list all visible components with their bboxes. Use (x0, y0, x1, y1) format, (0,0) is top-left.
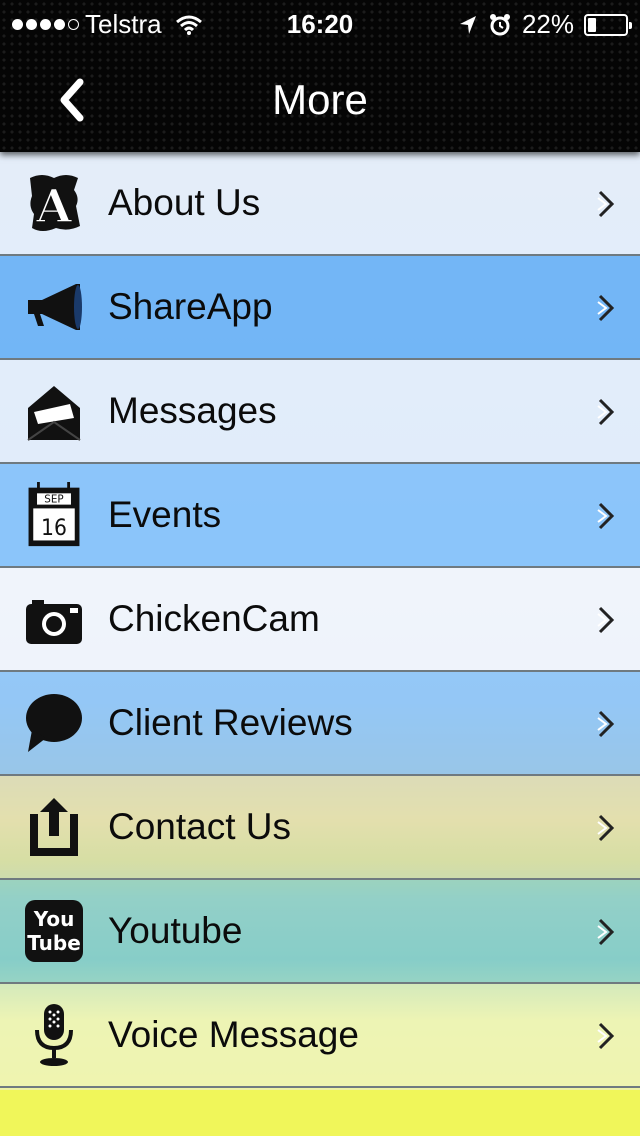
calendar-icon: SEP 16 (28, 482, 80, 547)
menu-list: A About Us ShareApp Messages SEP 16 Even… (0, 152, 640, 1088)
microphone-icon (35, 1004, 73, 1066)
location-arrow-icon (459, 15, 476, 34)
chevron-right-icon (597, 398, 615, 426)
alarm-clock-icon (489, 13, 510, 35)
menu-item-label: ShareApp (108, 286, 273, 327)
menu-item-label: Client Reviews (108, 702, 353, 743)
menu-item-messages[interactable]: Messages (0, 360, 640, 464)
chevron-right-icon (597, 1022, 615, 1050)
chevron-right-icon (597, 814, 615, 842)
calendar-day: 16 (41, 515, 67, 541)
menu-item-events[interactable]: SEP 16 Events (0, 464, 640, 568)
youtube-icon: You Tube (25, 900, 83, 962)
menu-item-voice-message[interactable]: Voice Message (0, 984, 640, 1088)
menu-item-label: Contact Us (108, 806, 292, 847)
footer-bar (0, 1090, 640, 1136)
svg-text:A: A (35, 179, 73, 233)
chevron-right-icon (597, 502, 615, 530)
battery-percent: 22% (521, 9, 574, 39)
menu-item-chickencam[interactable]: ChickenCam (0, 568, 640, 672)
megaphone-icon (28, 284, 82, 330)
envelope-icon (27, 386, 81, 441)
youtube-icon-text-top: You (33, 907, 75, 931)
speech-bubble-icon (26, 694, 82, 752)
chevron-right-icon (597, 190, 615, 218)
menu-item-contact-us[interactable]: Contact Us (0, 776, 640, 880)
status-right: 22% (458, 9, 632, 40)
battery-icon (584, 13, 632, 36)
menu-item-label: Messages (108, 390, 277, 431)
menu-item-label: ChickenCam (108, 598, 320, 639)
menu-item-client-reviews[interactable]: Client Reviews (0, 672, 640, 776)
chevron-right-icon (597, 710, 615, 738)
calendar-month: SEP (44, 494, 63, 506)
upload-tray-icon (30, 798, 78, 856)
menu-item-label: Voice Message (108, 1014, 359, 1055)
menu-item-label: About Us (108, 182, 261, 223)
menu-item-shareapp[interactable]: ShareApp (0, 256, 640, 360)
menu-item-label: Events (108, 494, 222, 535)
chevron-right-icon (597, 918, 615, 946)
chevron-right-icon (597, 606, 615, 634)
menu-item-label: Youtube (108, 910, 243, 951)
page-title: More (272, 76, 368, 123)
camera-icon (26, 600, 82, 644)
letter-a-icon: A (30, 175, 80, 234)
menu-item-youtube[interactable]: You Tube Youtube (0, 880, 640, 984)
chevron-right-icon (597, 294, 615, 322)
youtube-icon-text-bottom: Tube (27, 931, 81, 955)
menu-item-about-us[interactable]: A About Us (0, 152, 640, 256)
status-bar: Telstra 16:20 22% (0, 0, 640, 50)
